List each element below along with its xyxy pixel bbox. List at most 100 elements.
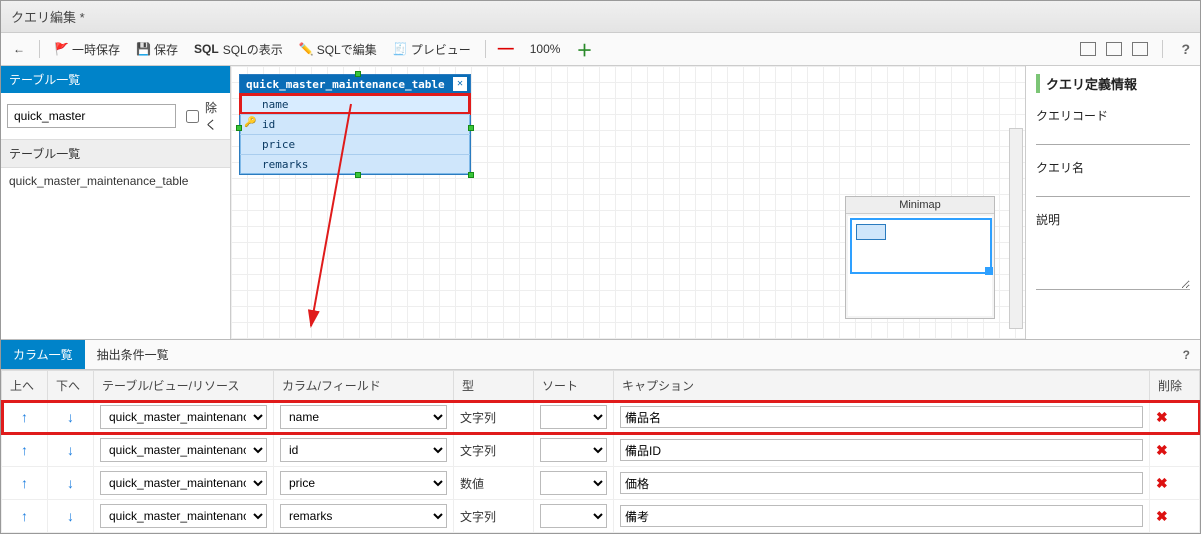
grid-header-column: カラム/フィールド xyxy=(274,371,454,401)
grid-row: ↑↓quick_master_maintenancid文字列✖ xyxy=(2,434,1200,467)
layout-view-icon[interactable] xyxy=(1106,42,1122,56)
table-filter-input[interactable] xyxy=(7,104,176,128)
entity-box[interactable]: quick_master_maintenance_table ✕ name id… xyxy=(239,74,471,175)
move-down-button[interactable]: ↓ xyxy=(54,508,87,524)
grid-row: ↑ ↓ quick_master_maintenanc name 文字列 ✖ xyxy=(2,401,1200,434)
column-select[interactable]: remarks xyxy=(280,504,447,528)
sort-select[interactable] xyxy=(540,438,607,462)
minimap[interactable]: Minimap xyxy=(845,196,995,319)
exclude-label-text: 除く xyxy=(205,99,224,133)
move-down-button[interactable]: ↓ xyxy=(54,475,87,491)
layout-view-icon[interactable] xyxy=(1132,42,1148,56)
entity-close-button[interactable]: ✕ xyxy=(453,77,467,91)
preview-label: プレビュー xyxy=(411,41,471,58)
grid-row: ↑ ↓ quick_master_maintenanc remarks 文字列 ✖ xyxy=(2,500,1200,533)
grid-header-down: 下へ xyxy=(48,371,94,401)
resize-handle-icon[interactable] xyxy=(236,125,242,131)
entity-field[interactable]: id xyxy=(240,114,470,134)
toolbar-right-group: ? xyxy=(1080,40,1194,58)
type-cell: 文字列 xyxy=(454,401,534,434)
entity-field[interactable]: name xyxy=(240,94,470,114)
exclude-checkbox-label[interactable]: 除く xyxy=(182,99,224,133)
zoom-in-button[interactable]: ＋ xyxy=(572,37,596,61)
right-pane: クエリ定義情報 クエリコード クエリ名 説明 xyxy=(1025,66,1200,339)
window-title: クエリ編集 * xyxy=(1,1,1200,33)
entity-field[interactable]: price xyxy=(240,134,470,154)
resize-handle-icon[interactable] xyxy=(355,71,361,77)
table-list-item[interactable]: quick_master_maintenance_table xyxy=(1,168,230,194)
back-button[interactable]: ← xyxy=(7,39,31,59)
delete-row-button[interactable]: ✖ xyxy=(1156,409,1168,425)
entity-title: quick_master_maintenance_table ✕ xyxy=(240,75,470,94)
minimap-resize-handle-icon[interactable] xyxy=(985,267,993,275)
query-desc-textarea[interactable] xyxy=(1036,230,1190,290)
preview-button[interactable]: 🧾 プレビュー xyxy=(387,38,477,61)
toolbar-separator xyxy=(39,40,40,58)
grid-header-table: テーブル/ビュー/リソース xyxy=(94,371,274,401)
table-select[interactable]: quick_master_maintenanc xyxy=(100,504,267,528)
canvas-scrollbar[interactable] xyxy=(1009,128,1023,329)
left-pane-header: テーブル一覧 xyxy=(1,66,230,93)
type-cell: 数値 xyxy=(454,467,534,500)
show-sql-button[interactable]: SQL SQLの表示 xyxy=(188,38,289,61)
main-body: テーブル一覧 除く テーブル一覧 quick_master_maintenanc… xyxy=(1,66,1200,339)
caption-input[interactable] xyxy=(620,472,1143,494)
entity-title-text: quick_master_maintenance_table xyxy=(246,78,445,91)
move-up-button[interactable]: ↑ xyxy=(8,442,41,458)
delete-row-button[interactable]: ✖ xyxy=(1156,475,1168,491)
right-pane-header: クエリ定義情報 xyxy=(1036,74,1190,93)
sort-select[interactable] xyxy=(540,405,607,429)
sort-select[interactable] xyxy=(540,504,607,528)
bottom-help-button[interactable]: ? xyxy=(1173,344,1200,366)
zoom-out-button[interactable]: — xyxy=(494,40,518,58)
caption-input[interactable] xyxy=(620,439,1143,461)
move-up-button[interactable]: ↑ xyxy=(8,508,41,524)
move-down-button[interactable]: ↓ xyxy=(54,409,87,425)
move-down-button[interactable]: ↓ xyxy=(54,442,87,458)
sort-select[interactable] xyxy=(540,471,607,495)
delete-row-button[interactable]: ✖ xyxy=(1156,508,1168,524)
move-up-button[interactable]: ↑ xyxy=(8,409,41,425)
diagram-canvas[interactable]: quick_master_maintenance_table ✕ name id… xyxy=(231,66,1025,339)
toolbar-separator xyxy=(485,40,486,58)
layout-view-icon[interactable] xyxy=(1080,42,1096,56)
bottom-tabbar: カラム一覧 抽出条件一覧 ? xyxy=(1,340,1200,370)
help-button[interactable]: ? xyxy=(1177,41,1194,57)
save-button[interactable]: 💾 保存 xyxy=(130,38,184,61)
arrow-left-icon: ← xyxy=(13,42,25,56)
grid-row: ↑ ↓ quick_master_maintenanc price 数値 ✖ xyxy=(2,467,1200,500)
table-select[interactable]: quick_master_maintenanc xyxy=(100,471,267,495)
resize-handle-icon[interactable] xyxy=(468,172,474,178)
grid-header-up: 上へ xyxy=(2,371,48,401)
column-select[interactable]: id xyxy=(280,438,447,462)
tab-columns[interactable]: カラム一覧 xyxy=(1,340,85,369)
entity-field[interactable]: remarks xyxy=(240,154,470,174)
column-select[interactable]: name xyxy=(280,405,447,429)
bottom-panel: カラム一覧 抽出条件一覧 ? 上へ 下へ テーブル/ビュー/リソース カラム/フ… xyxy=(1,339,1200,533)
app-root: クエリ編集 * ← 🚩 一時保存 💾 保存 SQL SQLの表示 ✏️ SQLで… xyxy=(0,0,1201,534)
grid-header-delete: 削除 xyxy=(1150,371,1200,401)
resize-handle-icon[interactable] xyxy=(468,125,474,131)
caption-input[interactable] xyxy=(620,505,1143,527)
left-pane: テーブル一覧 除く テーブル一覧 quick_master_maintenanc… xyxy=(1,66,231,339)
query-name-input[interactable] xyxy=(1036,178,1190,197)
type-cell: 文字列 xyxy=(454,500,534,533)
temp-save-button[interactable]: 🚩 一時保存 xyxy=(48,38,126,61)
tab-conditions[interactable]: 抽出条件一覧 xyxy=(85,340,181,369)
delete-row-button[interactable]: ✖ xyxy=(1156,442,1168,458)
caption-input[interactable] xyxy=(620,406,1143,428)
show-sql-label: SQLの表示 xyxy=(223,41,283,58)
edit-sql-label: SQLで編集 xyxy=(317,41,377,58)
column-select[interactable]: price xyxy=(280,471,447,495)
table-select[interactable]: quick_master_maintenanc xyxy=(100,438,267,462)
move-up-button[interactable]: ↑ xyxy=(8,475,41,491)
filter-row: 除く xyxy=(1,93,230,139)
exclude-checkbox[interactable] xyxy=(186,110,199,123)
minimap-body[interactable] xyxy=(848,216,992,316)
resize-handle-icon[interactable] xyxy=(355,172,361,178)
table-select[interactable]: quick_master_maintenanc xyxy=(100,405,267,429)
query-code-input[interactable] xyxy=(1036,126,1190,145)
edit-sql-button[interactable]: ✏️ SQLで編集 xyxy=(293,38,383,61)
minimap-viewport[interactable] xyxy=(850,218,992,274)
table-list: quick_master_maintenance_table xyxy=(1,168,230,339)
